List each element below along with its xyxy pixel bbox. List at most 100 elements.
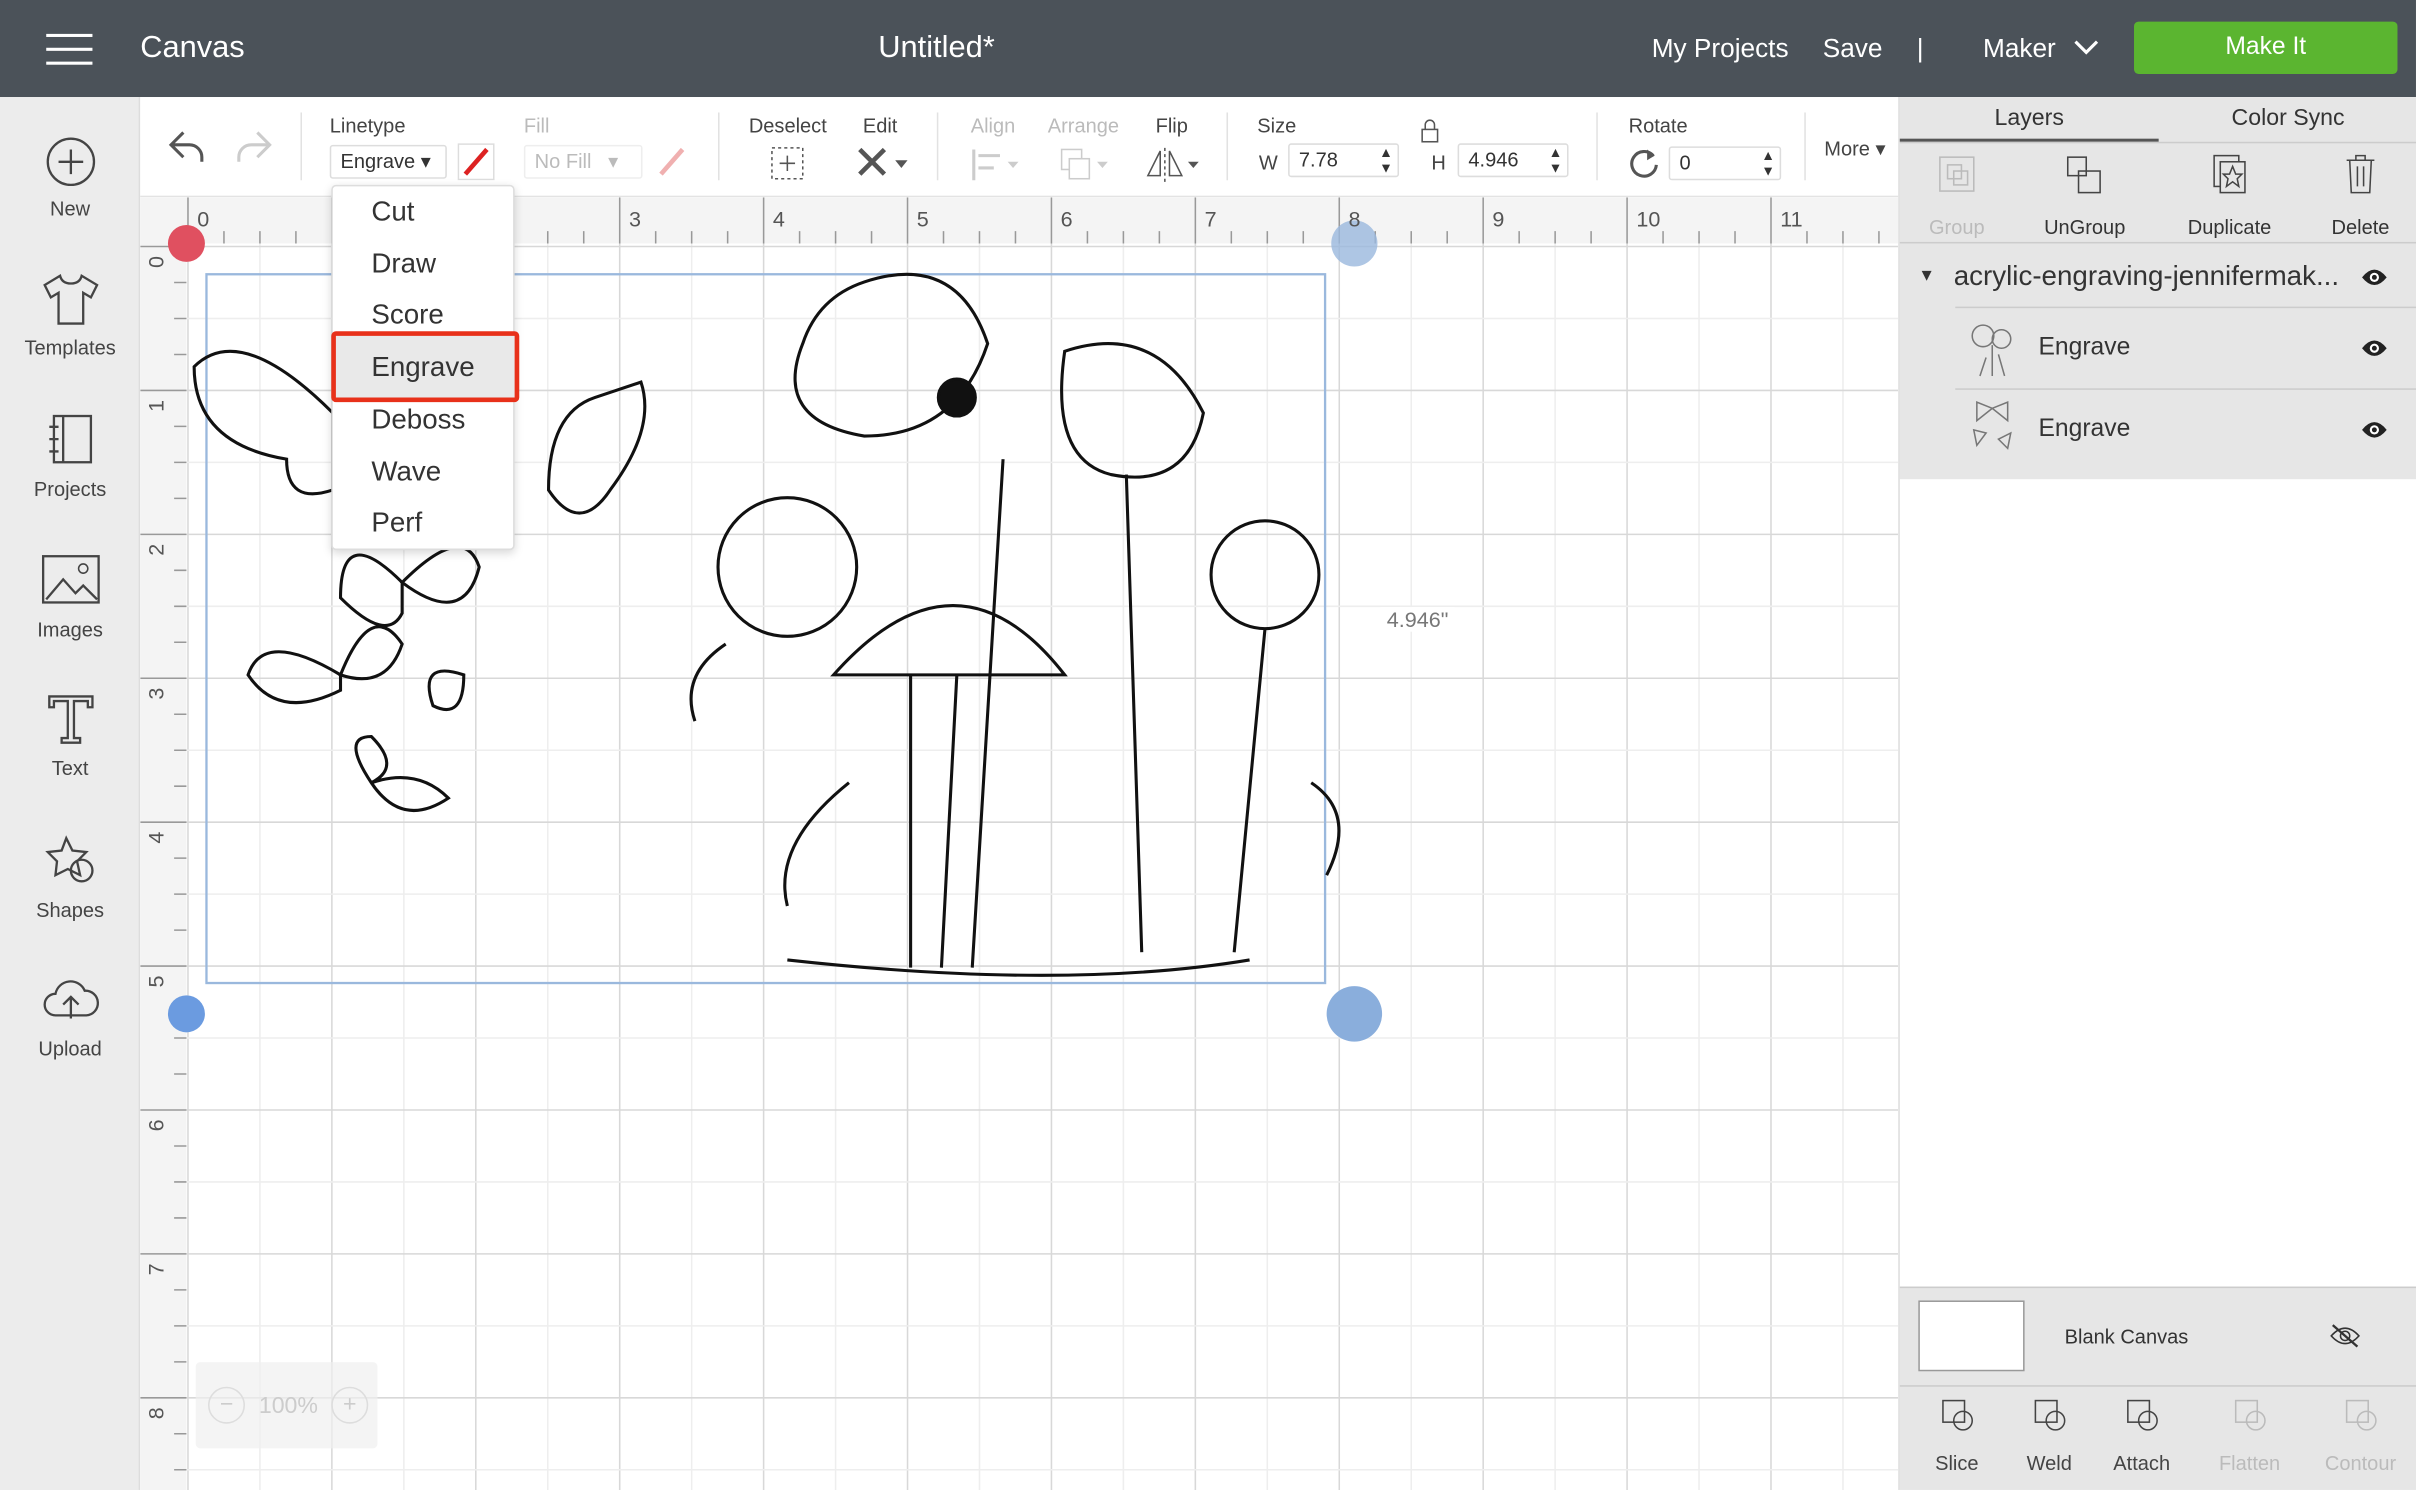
my-projects-link[interactable]: My Projects: [1652, 34, 1789, 65]
tab-layers[interactable]: Layers: [1900, 105, 2159, 131]
ungroup-icon: [2066, 156, 2101, 194]
contour-label: Contour: [2324, 1451, 2397, 1475]
attach-button[interactable]: Attach: [2085, 1394, 2199, 1475]
layer-item[interactable]: Engrave: [1955, 390, 2416, 470]
chevron-down-icon[interactable]: [2074, 40, 2099, 55]
align-icon[interactable]: [971, 148, 1020, 182]
linetype-option-perf[interactable]: Perf: [371, 507, 422, 539]
nav-projects[interactable]: Projects: [0, 413, 140, 501]
divider: |: [1916, 33, 1924, 64]
zoom-in-button[interactable]: +: [331, 1386, 369, 1424]
linetype-option-deboss[interactable]: Deboss: [371, 403, 465, 435]
delete-button[interactable]: Delete: [2303, 153, 2416, 239]
fill-select[interactable]: No Fill ▾: [523, 144, 643, 179]
fill-color-swatch[interactable]: [653, 143, 690, 180]
tab-color-sync[interactable]: Color Sync: [2159, 105, 2416, 131]
image-icon: [41, 555, 99, 604]
plus-circle-icon: [45, 137, 95, 187]
width-input[interactable]: 7.78 ▲ ▼: [1288, 143, 1400, 178]
deselect-icon[interactable]: [770, 146, 804, 180]
nav-label: Shapes: [36, 898, 105, 922]
group-icon: [1939, 156, 1975, 192]
flip-icon[interactable]: [1145, 146, 1200, 183]
ruler-y-label: 3: [143, 688, 168, 700]
duplicate-button[interactable]: Duplicate: [2168, 153, 2291, 239]
width-label: W: [1258, 150, 1278, 175]
arrange-icon[interactable]: [1059, 146, 1111, 183]
align-label: Align: [970, 114, 1016, 138]
linetype-option-draw[interactable]: Draw: [371, 248, 436, 280]
nav-images[interactable]: Images: [0, 553, 140, 641]
tshirt-icon: [42, 274, 98, 325]
make-it-button[interactable]: Make It: [2134, 21, 2398, 74]
ruler-x-label: 5: [917, 206, 929, 231]
blank-canvas-label: Blank Canvas: [2064, 1325, 2189, 1349]
group-button[interactable]: Group: [1900, 153, 2014, 239]
blank-canvas-swatch[interactable]: [1918, 1300, 2025, 1372]
save-button[interactable]: Save: [1823, 34, 1883, 65]
ungroup-button[interactable]: UnGroup: [2026, 153, 2143, 239]
flatten-icon: [2234, 1399, 2266, 1431]
layer-item[interactable]: Engrave: [1955, 308, 2416, 388]
trash-icon: [2346, 154, 2375, 194]
height-value: 4.946: [1468, 147, 1519, 172]
layer-name: Engrave: [2038, 416, 2131, 443]
eye-icon[interactable]: [2361, 268, 2389, 286]
flatten-button[interactable]: Flatten: [2193, 1394, 2307, 1475]
duplicate-label: Duplicate: [2187, 215, 2272, 239]
linetype-option-score[interactable]: Score: [371, 300, 443, 332]
height-label: H: [1431, 150, 1446, 175]
linetype-option-engrave[interactable]: Engrave: [371, 351, 474, 383]
zoom-control: − 100% +: [195, 1362, 378, 1449]
delete-label: Delete: [2331, 215, 2390, 239]
redo-icon[interactable]: [233, 128, 273, 165]
machine-select[interactable]: Maker: [1983, 34, 2056, 65]
weld-icon: [2034, 1399, 2066, 1431]
more-button[interactable]: More ▾: [1824, 137, 1885, 162]
linetype-color-swatch[interactable]: [457, 143, 495, 181]
ruler-x-label: 9: [1492, 206, 1504, 231]
edit-icon[interactable]: [855, 145, 910, 182]
ruler-y-label: 8: [143, 1407, 168, 1419]
eye-hidden-icon[interactable]: [2328, 1324, 2362, 1349]
ruler-y-label: 2: [143, 544, 168, 556]
slice-icon: [1942, 1399, 1973, 1431]
eye-icon[interactable]: [2361, 421, 2389, 439]
contour-button[interactable]: Contour: [2303, 1394, 2416, 1475]
linetype-option-wave[interactable]: Wave: [371, 455, 441, 487]
eye-icon[interactable]: [2361, 339, 2389, 357]
lock-icon[interactable]: [1419, 119, 1441, 144]
nav-label: Projects: [33, 477, 107, 501]
butterflies-thumbnail: [1972, 401, 2012, 450]
fill-label: Fill: [523, 114, 550, 138]
undo-icon[interactable]: [168, 128, 208, 165]
lock-handle[interactable]: [167, 995, 205, 1033]
ruler-x-label: 3: [629, 206, 641, 231]
zoom-out-button[interactable]: −: [208, 1386, 245, 1424]
app-title: Canvas: [140, 30, 245, 65]
rotate-input[interactable]: 0 ▲ ▼: [1668, 146, 1782, 181]
nav-new[interactable]: New: [0, 136, 140, 220]
menu-icon[interactable]: [46, 33, 93, 65]
linetype-option-cut[interactable]: Cut: [371, 196, 414, 228]
ruler-x-label: 11: [1780, 206, 1802, 231]
shapes-icon: [44, 835, 93, 883]
rotate-value: 0: [1679, 150, 1691, 175]
linetype-select[interactable]: Engrave ▾: [329, 144, 447, 179]
height-input[interactable]: 4.946 ▲ ▼: [1457, 143, 1569, 178]
layer-group[interactable]: ▼ acrylic-engraving-jennifermak...: [1900, 245, 2416, 307]
ruler-x-label: 7: [1205, 206, 1217, 231]
ruler-y-label: 5: [143, 975, 168, 987]
size-label: Size: [1257, 114, 1297, 138]
left-sidebar: New Templates Projects Images Text Shape…: [0, 97, 141, 1490]
ruler-y-label: 7: [143, 1263, 168, 1275]
ruler-x-label: 6: [1061, 206, 1073, 231]
nav-text[interactable]: Text: [0, 692, 140, 780]
ruler-x-label: 8: [1349, 206, 1361, 231]
resize-handle[interactable]: [1326, 986, 1383, 1042]
layer-name: Engrave: [2038, 334, 2131, 361]
nav-upload[interactable]: Upload: [0, 975, 140, 1060]
nav-shapes[interactable]: Shapes: [0, 834, 140, 922]
collapse-triangle-icon[interactable]: ▼: [1918, 267, 1935, 285]
nav-templates[interactable]: Templates: [0, 271, 140, 359]
